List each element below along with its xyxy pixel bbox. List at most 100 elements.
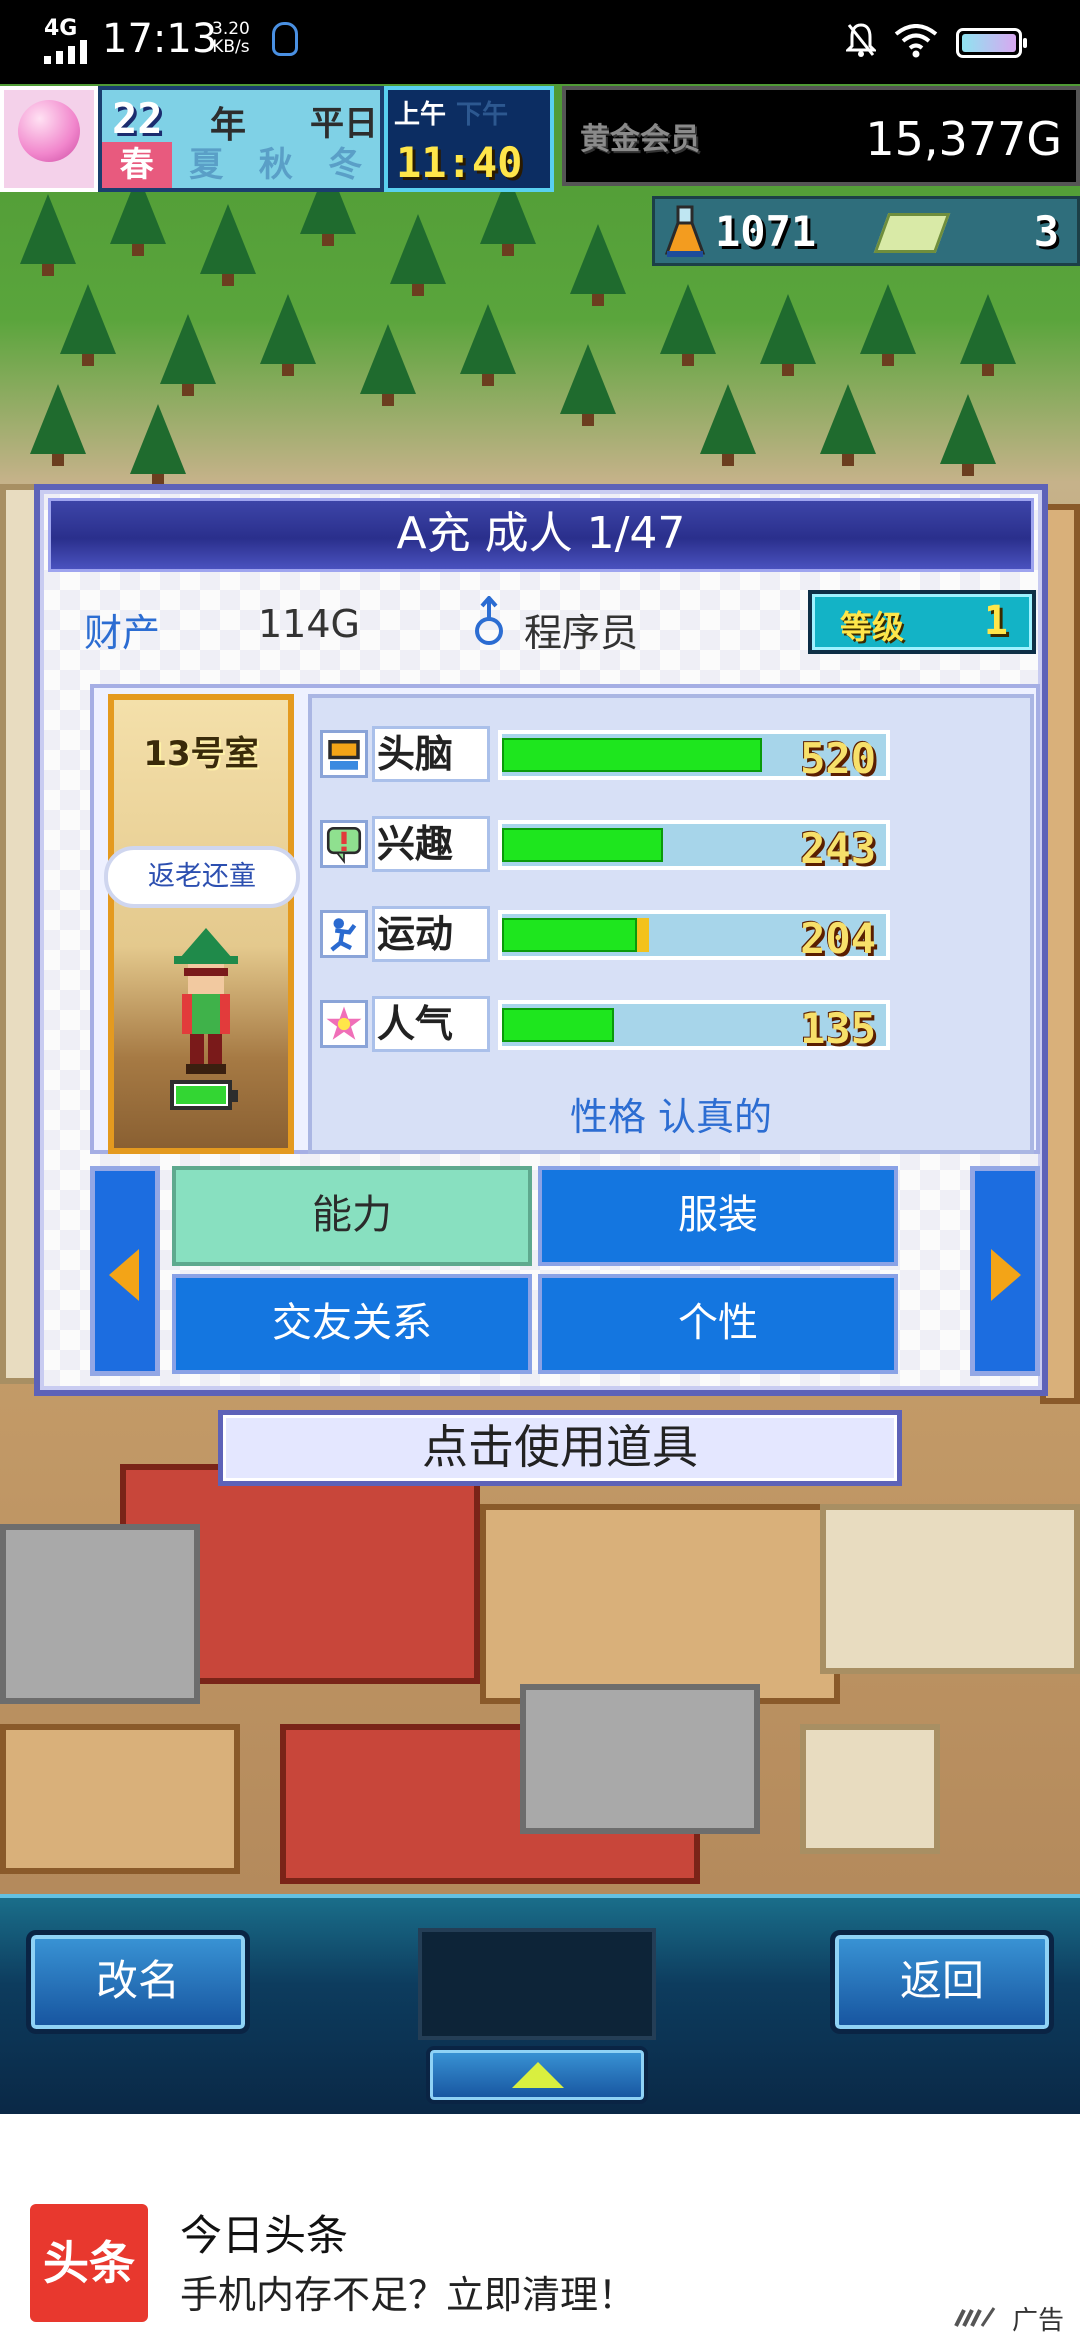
stat-value-sport: 204 bbox=[800, 914, 876, 963]
toutiao-logo[interactable]: 头条 bbox=[30, 2204, 148, 2322]
avatar-ball-icon bbox=[18, 100, 80, 162]
ad-source-icon bbox=[954, 2307, 996, 2327]
asset-label: 财产 bbox=[84, 611, 161, 655]
network-type: 4G bbox=[44, 16, 78, 41]
stat-bar-interest: 243 bbox=[498, 820, 890, 873]
mute-bell-icon bbox=[846, 23, 876, 57]
stat-label-interest: 兴趣 bbox=[372, 816, 490, 872]
rename-button[interactable]: 改名 bbox=[26, 1930, 250, 2034]
character-panel: A充 成人 1/47 财产 114G 程序员 等级 1 13号室 返老还童 头脑… bbox=[34, 484, 1048, 1396]
arrow-left-icon bbox=[109, 1249, 139, 1301]
pm-label: 下午 bbox=[456, 100, 509, 130]
season-spring: 春 bbox=[102, 142, 172, 188]
use-item-button[interactable]: 点击使用道具 bbox=[218, 1410, 902, 1486]
arrow-right-icon bbox=[991, 1249, 1021, 1301]
sport-icon bbox=[320, 910, 368, 958]
room-trait-bubble: 返老还童 bbox=[104, 846, 300, 908]
weekday: 平日 bbox=[310, 104, 378, 144]
room-card: 13号室 返老还童 bbox=[104, 694, 300, 1154]
male-icon bbox=[475, 596, 503, 645]
am-label: 上午 bbox=[394, 100, 447, 130]
network-speed: 3.20 KB/s bbox=[212, 20, 250, 56]
speed-unit: KB/s bbox=[212, 37, 250, 57]
character-title: A充 成人 1/47 bbox=[48, 498, 1034, 572]
brain-icon bbox=[320, 730, 368, 778]
season-winter: 冬 bbox=[328, 145, 363, 185]
player-avatar[interactable] bbox=[0, 86, 98, 192]
year-label: 年 bbox=[210, 105, 247, 146]
status-icons bbox=[846, 20, 1046, 64]
stat-value-brain: 520 bbox=[800, 734, 876, 783]
stat-row-brain: 头脑 520 bbox=[320, 724, 900, 784]
stat-fill-popularity bbox=[502, 1008, 614, 1042]
wifi-icon bbox=[894, 24, 938, 58]
stat-row-sport: 运动 204 bbox=[320, 904, 900, 964]
ad-label: 广告 bbox=[1011, 2306, 1064, 2336]
character-details: 13号室 返老还童 头脑 520 兴趣 243 运动 204 人气 135 性格… bbox=[90, 684, 1040, 1154]
game-clock: 11:40 bbox=[396, 138, 523, 187]
stat-row-interest: 兴趣 243 bbox=[320, 814, 900, 874]
gold-amount: 15,377G bbox=[865, 112, 1062, 166]
stat-bar-sport: 204 bbox=[498, 910, 890, 963]
season-summer: 夏 bbox=[189, 145, 224, 185]
resource-panel: 1071 3 bbox=[652, 196, 1080, 266]
qq-notification-icon bbox=[272, 22, 298, 56]
stat-fill-sport bbox=[502, 918, 637, 952]
personality-text: 性格 认真的 bbox=[569, 1095, 773, 1139]
asset-value: 114G bbox=[258, 602, 360, 646]
clock-panel: 上午 下午 11:40 bbox=[384, 86, 554, 192]
popularity-icon bbox=[320, 1000, 368, 1048]
tab-ability[interactable]: 能力 bbox=[172, 1166, 532, 1266]
triangle-up-icon bbox=[512, 2062, 564, 2088]
stat-label-sport: 运动 bbox=[372, 906, 490, 962]
room-number: 13号室 bbox=[143, 734, 259, 774]
season-autumn: 秋 bbox=[258, 145, 293, 185]
back-button[interactable]: 返回 bbox=[830, 1930, 1054, 2034]
character-sprite-icon bbox=[174, 928, 238, 1074]
status-bar: 4G 17:13 3.20 KB/s bbox=[0, 0, 1080, 84]
stat-value-popularity: 135 bbox=[800, 1004, 876, 1053]
ad-description[interactable]: 手机内存不足？立即清理！ bbox=[180, 2264, 636, 2319]
job-title: 程序员 bbox=[524, 611, 639, 655]
ampm-indicator: 上午 下午 bbox=[394, 94, 508, 131]
tab-friends[interactable]: 交友关系 bbox=[172, 1274, 532, 1374]
interest-icon bbox=[320, 820, 368, 868]
stat-value-interest: 243 bbox=[800, 824, 876, 873]
stat-bar-popularity: 135 bbox=[498, 1000, 890, 1053]
season-row: 春 夏 秋 冬 bbox=[102, 142, 380, 188]
stat-bar-brain: 520 bbox=[498, 730, 890, 783]
center-slot bbox=[418, 1928, 656, 2040]
battery-icon bbox=[956, 28, 1027, 58]
level-value: 1 bbox=[983, 598, 1008, 644]
stat-label-brain: 头脑 bbox=[372, 726, 490, 782]
tab-clothing[interactable]: 服装 bbox=[538, 1166, 898, 1266]
date-panel: 22 年 平日 春 夏 秋 冬 bbox=[98, 86, 384, 192]
stat-row-popularity: 人气 135 bbox=[320, 994, 900, 1054]
research-flask-icon bbox=[665, 205, 705, 257]
tab-personality[interactable]: 个性 bbox=[538, 1274, 898, 1374]
prev-character-button[interactable] bbox=[90, 1166, 160, 1376]
stat-label-popularity: 人气 bbox=[372, 996, 490, 1052]
expand-menu-button[interactable] bbox=[426, 2046, 648, 2104]
level-badge: 等级 1 bbox=[808, 590, 1036, 654]
ad-banner[interactable]: 头条 今日头条 手机内存不足？立即清理！ 广告 bbox=[0, 2114, 1080, 2340]
status-time: 17:13 bbox=[102, 16, 218, 62]
speed-value: 3.20 bbox=[212, 19, 250, 39]
stat-fill-brain bbox=[502, 738, 762, 772]
research-points: 1071 bbox=[715, 207, 817, 256]
money-panel: 黄金会员 15,377G bbox=[562, 86, 1080, 186]
signal-icon bbox=[44, 40, 90, 64]
detail-tabs: 能力 服装 交友关系 个性 bbox=[90, 1166, 1040, 1376]
stats-panel: 头脑 520 兴趣 243 运动 204 人气 135 性格 认真的 bbox=[308, 694, 1034, 1154]
next-character-button[interactable] bbox=[970, 1166, 1040, 1376]
stat-fill-interest bbox=[502, 828, 663, 862]
year-number: 22 bbox=[112, 94, 163, 143]
stamina-battery-icon bbox=[170, 1080, 238, 1110]
level-label: 等级 bbox=[840, 608, 905, 646]
ticket-count: 3 bbox=[1033, 207, 1059, 256]
stat-fill-tip-sport bbox=[637, 918, 649, 952]
member-badge: 黄金会员 bbox=[580, 122, 700, 157]
ad-title[interactable]: 今日头条 bbox=[180, 2202, 348, 2263]
bottom-bar: 改名 返回 bbox=[0, 1894, 1080, 2114]
ticket-icon bbox=[873, 213, 951, 253]
